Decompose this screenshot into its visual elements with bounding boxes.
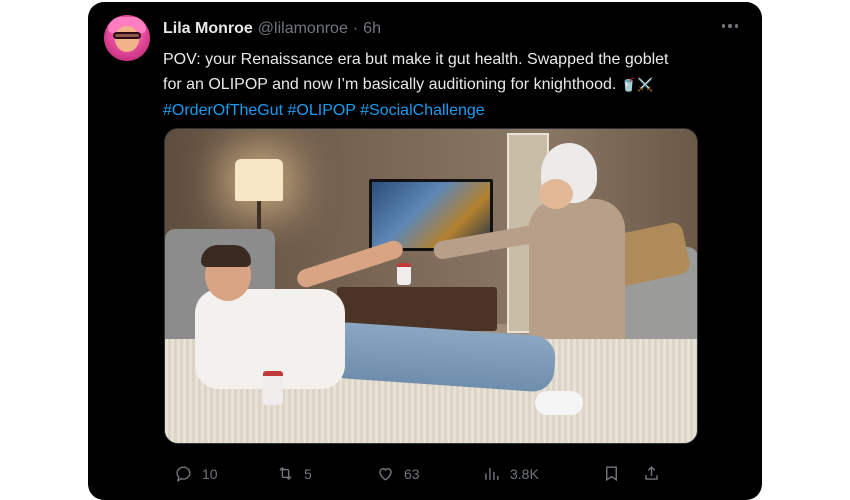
image-man-hair bbox=[201, 245, 251, 267]
author-name[interactable]: Lila Monroe bbox=[163, 20, 253, 38]
image-lamp bbox=[235, 159, 283, 201]
share-icon bbox=[645, 466, 658, 480]
tweet-media-image[interactable] bbox=[164, 128, 698, 444]
like-count: 63 bbox=[404, 465, 420, 482]
bookmark-icon bbox=[606, 466, 617, 482]
views-icon bbox=[485, 467, 499, 480]
hashtag-social-challenge[interactable]: #SocialChallenge bbox=[360, 102, 485, 119]
more-dot bbox=[728, 24, 732, 28]
image-man-sock bbox=[535, 391, 583, 415]
image-can-in-hand bbox=[263, 371, 283, 405]
image-woman-face bbox=[539, 179, 573, 209]
action-bar: 10 5 63 3.8K bbox=[164, 464, 684, 486]
views-count: 3.8K bbox=[510, 465, 539, 482]
heart-icon bbox=[379, 468, 392, 481]
tweet-time[interactable]: 6h bbox=[363, 20, 381, 38]
image-can-on-table bbox=[397, 263, 411, 285]
tweet-card[interactable]: Lila Monroe @lilamonroe · 6h POV: your R… bbox=[88, 2, 762, 500]
avatar-face bbox=[115, 26, 139, 52]
tweet-emoji: 🥤⚔️ bbox=[620, 78, 654, 93]
reply-button[interactable]: 10 bbox=[174, 464, 218, 483]
tweet-body: POV: your Renaissance era but make it gu… bbox=[163, 51, 669, 93]
reply-count: 10 bbox=[202, 465, 218, 482]
separator-dot: · bbox=[352, 20, 359, 37]
like-button[interactable]: 63 bbox=[376, 464, 420, 483]
retweet-count: 5 bbox=[304, 465, 312, 482]
avatar-glasses bbox=[113, 32, 141, 39]
avatar[interactable] bbox=[104, 15, 150, 61]
bookmark-button[interactable] bbox=[602, 464, 621, 483]
more-dot bbox=[734, 24, 738, 28]
views-button[interactable]: 3.8K bbox=[482, 464, 539, 483]
tweet-text: POV: your Renaissance era but make it gu… bbox=[163, 47, 683, 123]
retweet-icon bbox=[279, 466, 292, 481]
hashtag-order-of-the-gut[interactable]: #OrderOfTheGut bbox=[163, 102, 283, 119]
reply-icon bbox=[176, 466, 191, 483]
more-icon[interactable] bbox=[721, 24, 738, 28]
author-handle[interactable]: @lilamonroe bbox=[258, 20, 348, 38]
retweet-button[interactable]: 5 bbox=[276, 464, 312, 483]
tweet-header: Lila Monroe @lilamonroe · 6h bbox=[163, 20, 381, 38]
hashtag-olipop[interactable]: #OLIPOP bbox=[288, 102, 356, 119]
share-button[interactable] bbox=[642, 464, 661, 483]
more-dot bbox=[721, 24, 725, 28]
